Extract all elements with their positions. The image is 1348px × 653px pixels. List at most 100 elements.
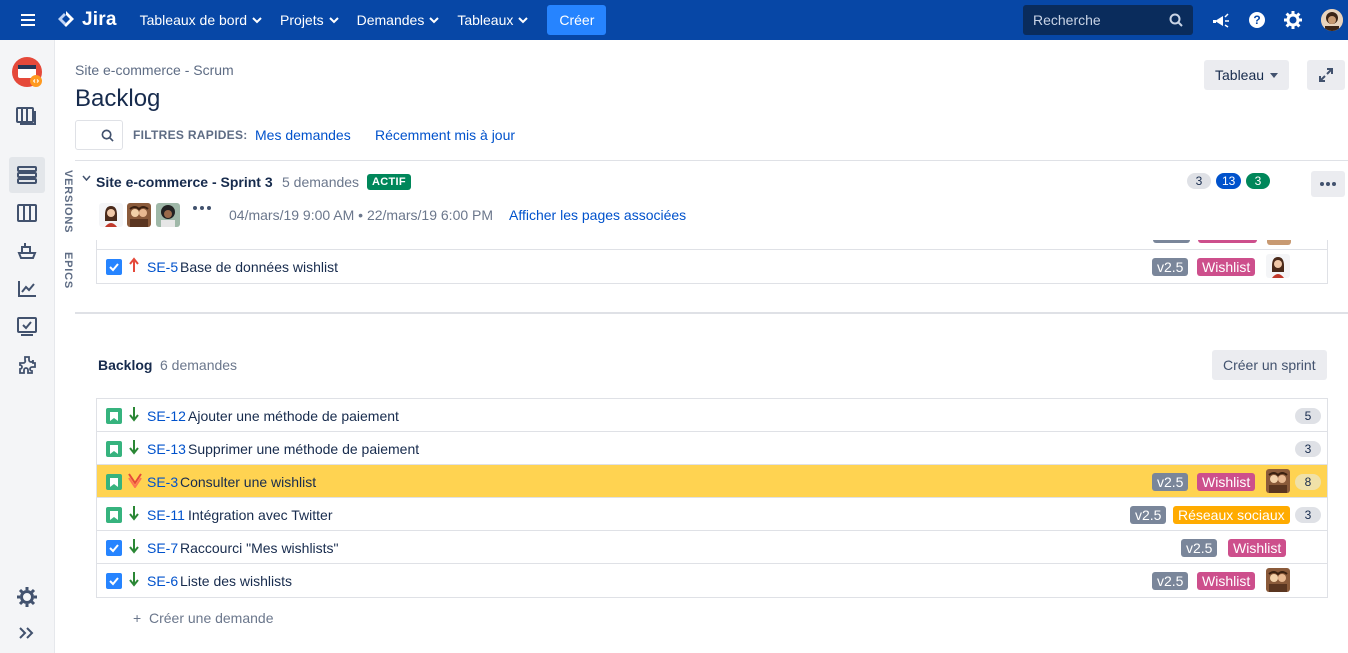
- chevron-down-icon: [328, 17, 339, 24]
- story-points-badge: 3: [1295, 507, 1321, 523]
- nav-dashboards[interactable]: Tableaux de bord: [131, 0, 271, 40]
- chevron-down-icon: [252, 17, 262, 24]
- issue-key[interactable]: SE-12: [147, 408, 186, 424]
- epic-label: Wishlist: [1197, 572, 1256, 590]
- nav-boards-label: Tableaux: [457, 12, 514, 28]
- task-type-icon: [106, 540, 122, 556]
- chevron-down-icon: [518, 17, 529, 24]
- quick-filter-my-issues[interactable]: Mes demandes: [255, 127, 351, 143]
- issue-key[interactable]: SE-6: [147, 573, 178, 589]
- assignee-avatar[interactable]: [156, 203, 180, 227]
- expand-icon[interactable]: [9, 615, 45, 651]
- epic-label: Wishlist: [1197, 473, 1256, 491]
- task-type-icon: [106, 573, 122, 589]
- sprint-status-badge: ACTIF: [367, 174, 411, 190]
- assignee-avatar[interactable]: [99, 203, 123, 227]
- nav-projects[interactable]: Projets: [271, 0, 348, 40]
- issue-key[interactable]: SE-5: [147, 259, 178, 275]
- issue-key[interactable]: SE-11: [147, 507, 185, 523]
- section-divider: [75, 312, 1348, 314]
- create-sprint-button[interactable]: Créer un sprint: [1212, 350, 1327, 380]
- divider: [75, 160, 1348, 161]
- issue-row-se-6[interactable]: SE-6 Liste des wishlists v2.5 Wishlist: [97, 564, 1327, 597]
- quick-search-input[interactable]: [75, 120, 123, 150]
- reports-icon[interactable]: [9, 271, 45, 307]
- sprint-issue-count: 5 demandes: [282, 174, 360, 190]
- sprint-collapse-icon[interactable]: [82, 175, 91, 181]
- sprint-name: Site e-commerce - Sprint 3: [96, 174, 273, 190]
- jira-logo[interactable]: Jira: [56, 9, 117, 31]
- issue-row-se-7[interactable]: SE-7 Raccourci "Mes wishlists" v2.5 Wish…: [97, 531, 1327, 564]
- create-button[interactable]: Créer: [547, 5, 607, 35]
- menu-icon[interactable]: [0, 0, 56, 40]
- points-inprogress-badge: 13: [1216, 173, 1242, 189]
- project-avatar-icon[interactable]: [9, 54, 45, 90]
- nav-dashboards-label: Tableaux de bord: [139, 12, 248, 28]
- issue-key[interactable]: SE-7: [147, 540, 178, 556]
- priority-low-icon: [129, 407, 139, 422]
- points-done-badge: 3: [1246, 173, 1270, 189]
- search-icon: [101, 129, 114, 142]
- top-navigation: Jira Tableaux de bord Projets Demandes T…: [0, 0, 1348, 40]
- priority-low-icon: [129, 506, 139, 521]
- issue-row-se-12[interactable]: SE-12 Ajouter une méthode de paiement 5: [97, 399, 1327, 432]
- versions-tab[interactable]: VERSIONS: [56, 170, 74, 233]
- breadcrumb[interactable]: Site e-commerce - Scrum: [75, 62, 234, 78]
- search-box[interactable]: [1023, 5, 1193, 35]
- notifications-icon[interactable]: [1211, 10, 1231, 30]
- plus-icon: +: [133, 610, 149, 626]
- backlog-issue-list: SE-12 Ajouter une méthode de paiement 5 …: [96, 398, 1328, 598]
- chevron-down-icon: [429, 17, 440, 24]
- quick-filter-recently-updated[interactable]: Récemment mis à jour: [375, 127, 515, 143]
- linked-pages-link[interactable]: Afficher les pages associées: [509, 207, 686, 223]
- backlog-issue-count: 6 demandes: [160, 357, 238, 373]
- epic-label: Réseaux sociaux: [1173, 506, 1290, 524]
- svg-text:?: ?: [1253, 13, 1260, 27]
- issue-summary: Ajouter une méthode de paiement: [188, 408, 399, 424]
- more-assignees-icon[interactable]: [193, 206, 211, 210]
- expand-arrows-icon: [1319, 68, 1333, 82]
- settings-icon[interactable]: [9, 579, 45, 615]
- story-type-icon: [106, 507, 122, 523]
- create-issue-link[interactable]: + Créer une demande: [133, 610, 274, 626]
- issue-row-se-3[interactable]: SE-3 Consulter une wishlist v2.5 Wishlis…: [97, 465, 1327, 498]
- board-button-label: Tableau: [1215, 67, 1265, 83]
- assignee-avatar[interactable]: [127, 203, 151, 227]
- assignee-avatar[interactable]: [1266, 568, 1290, 592]
- sprint-dates: 04/mars/19 9:00 AM • 22/mars/19 6:00 PM: [229, 207, 494, 223]
- story-type-icon: [106, 474, 122, 490]
- fullscreen-button[interactable]: [1307, 60, 1345, 90]
- releases-icon[interactable]: [9, 233, 45, 269]
- issues-icon[interactable]: [9, 309, 45, 345]
- version-label: v2.5: [1181, 539, 1218, 557]
- epic-label: Wishlist: [1228, 539, 1287, 557]
- backlog-icon[interactable]: [9, 157, 45, 193]
- issue-key[interactable]: SE-13: [147, 441, 186, 457]
- help-icon[interactable]: ?: [1247, 10, 1267, 30]
- sprint-issue-list: SE-5 Base de données wishlist v2.5 Wishl…: [96, 249, 1328, 284]
- assignee-avatar[interactable]: [1266, 254, 1290, 278]
- user-avatar[interactable]: [1321, 9, 1343, 31]
- search-input[interactable]: [1033, 12, 1153, 28]
- settings-gear-icon[interactable]: [1283, 10, 1303, 30]
- board-dropdown-button[interactable]: Tableau: [1204, 60, 1290, 90]
- issue-key[interactable]: SE-3: [147, 474, 178, 490]
- boards-icon[interactable]: [9, 98, 45, 134]
- nav-boards[interactable]: Tableaux: [448, 0, 537, 40]
- priority-low-icon: [129, 440, 139, 455]
- assignee-avatar[interactable]: [1266, 469, 1290, 493]
- nav-projects-label: Projets: [280, 12, 324, 28]
- issue-summary: Consulter une wishlist: [180, 474, 317, 490]
- version-label: v2.5: [1152, 258, 1189, 276]
- nav-issues[interactable]: Demandes: [348, 0, 449, 40]
- issue-row-se-13[interactable]: SE-13 Supprimer une méthode de paiement …: [97, 432, 1327, 465]
- board-columns-icon[interactable]: [9, 195, 45, 231]
- sprint-more-button[interactable]: [1311, 171, 1345, 197]
- search-icon: [1169, 13, 1183, 27]
- issue-row-se-11[interactable]: SE-11 Intégration avec Twitter v2.5 Rése…: [97, 498, 1327, 531]
- addons-icon[interactable]: [9, 347, 45, 383]
- issue-summary: Intégration avec Twitter: [188, 507, 333, 523]
- issue-row-se-5[interactable]: SE-5 Base de données wishlist v2.5 Wishl…: [97, 250, 1327, 283]
- epics-tab[interactable]: EPICS: [56, 252, 74, 289]
- nav-issues-label: Demandes: [356, 12, 425, 28]
